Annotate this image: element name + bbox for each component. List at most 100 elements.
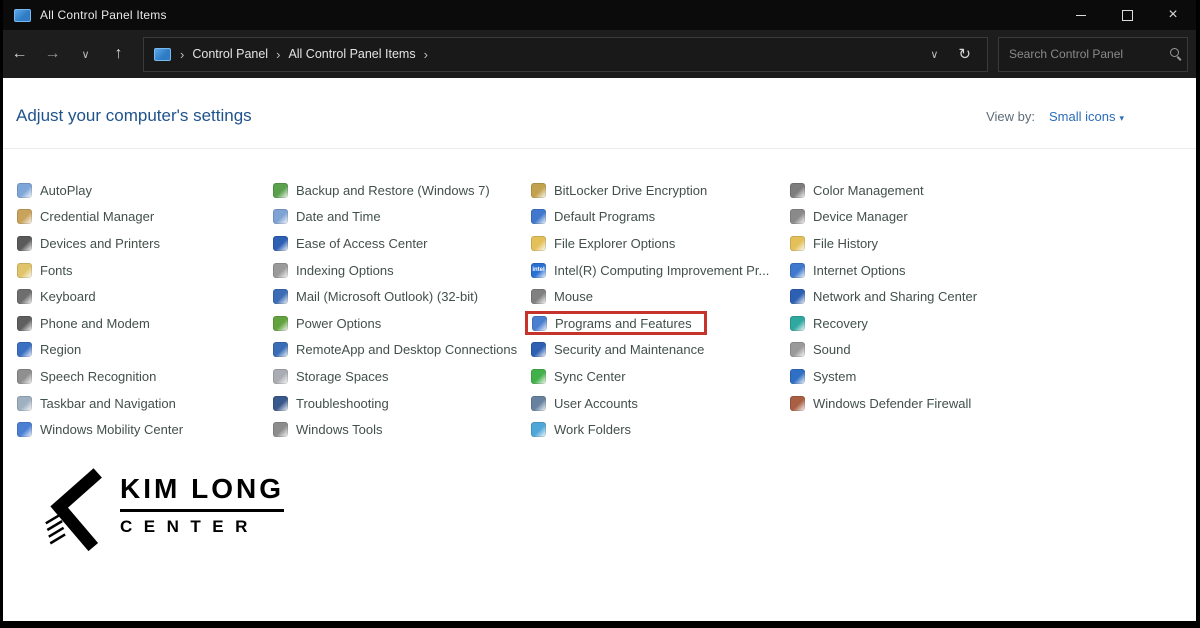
autoplay-icon [17,183,32,198]
control-panel-item-keyboard[interactable]: Keyboard [16,285,102,309]
control-panel-item-network-and-sharing-center[interactable]: Network and Sharing Center [789,285,983,309]
item-row: BitLocker Drive Encryption [530,177,775,204]
devices-and-printers-icon [17,236,32,251]
control-panel-item-taskbar-and-navigation[interactable]: Taskbar and Navigation [16,391,182,415]
address-dropdown-button[interactable]: ∨ [914,48,954,61]
speech-recognition-icon [17,369,32,384]
maximize-icon [1122,10,1133,21]
item-row: RemoteApp and Desktop Connections [272,337,523,364]
control-panel-item-intel-r-computing-improvement-pr[interactable]: intelIntel(R) Computing Improvement Pr..… [530,258,775,282]
refresh-button[interactable]: ↻ [954,45,987,63]
item-row: Indexing Options [272,257,523,284]
close-button[interactable]: × [1150,0,1196,30]
minimize-button[interactable] [1058,0,1104,30]
search-input[interactable] [999,47,1168,61]
control-panel-item-credential-manager[interactable]: Credential Manager [16,205,160,229]
item-label: Security and Maintenance [554,342,704,357]
breadcrumb-separator: › [178,47,186,62]
control-panel-item-windows-mobility-center[interactable]: Windows Mobility Center [16,418,189,442]
items-column-4: Color Management Device ManagerFile Histo… [789,177,983,416]
breadcrumb-control-panel[interactable]: Control Panel [186,47,274,61]
control-panel-icon [154,48,171,61]
item-label: Programs and Features [555,316,692,331]
breadcrumb-all-control-panel-items[interactable]: All Control Panel Items [282,47,421,61]
control-panel-item-remoteapp-and-desktop-connections[interactable]: RemoteApp and Desktop Connections [272,338,523,362]
screenshot-frame: All Control Panel Items × ← → ∨ ↑ › Cont… [0,0,1200,628]
view-by-dropdown[interactable]: Small icons▾ [1049,109,1124,124]
item-row: Troubleshooting [272,390,523,417]
control-panel-item-device-manager[interactable]: Device Manager [789,205,914,229]
view-by-label: View by: [986,109,1035,124]
system-icon [790,369,805,384]
up-icon: ↑ [115,45,123,62]
control-panel-item-work-folders[interactable]: Work Folders [530,418,637,442]
control-panel-item-troubleshooting[interactable]: Troubleshooting [272,391,395,415]
mail-icon [273,289,288,304]
control-panel-item-recovery[interactable]: Recovery [789,311,874,335]
control-panel-item-mail-microsoft-outlook-32-bit[interactable]: Mail (Microsoft Outlook) (32-bit) [272,285,484,309]
control-panel-item-power-options[interactable]: Power Options [272,311,387,335]
items-column-2: Backup and Restore (Windows 7) Date and T… [272,177,523,443]
refresh-icon: ↻ [958,46,971,63]
control-panel-item-storage-spaces[interactable]: Storage Spaces [272,364,395,388]
item-label: Windows Tools [296,422,382,437]
control-panel-item-fonts[interactable]: Fonts [16,258,79,282]
control-panel-item-autoplay[interactable]: AutoPlay [16,178,98,202]
item-row: Security and Maintenance [530,337,775,364]
control-panel-item-windows-defender-firewall[interactable]: Windows Defender Firewall [789,391,977,415]
breadcrumb-separator: › [274,47,282,62]
items-column-1: AutoPlay Credential ManagerDevices and Pr… [16,177,189,443]
item-row: Mouse [530,283,775,310]
control-panel-item-user-accounts[interactable]: User Accounts [530,391,644,415]
item-label: Taskbar and Navigation [40,396,176,411]
kim-long-chevron-logo-icon [38,467,110,553]
item-label: AutoPlay [40,183,92,198]
control-panel-item-default-programs[interactable]: Default Programs [530,205,661,229]
item-row: Power Options [272,310,523,337]
default-programs-icon [531,209,546,224]
control-panel-item-phone-and-modem[interactable]: Phone and Modem [16,311,156,335]
item-row: System [789,363,983,390]
control-panel-item-bitlocker-drive-encryption[interactable]: BitLocker Drive Encryption [530,178,713,202]
control-panel-item-sound[interactable]: Sound [789,338,857,362]
back-icon: ← [12,45,28,62]
up-button[interactable]: ↑ [102,45,135,63]
control-panel-item-internet-options[interactable]: Internet Options [789,258,912,282]
forward-button[interactable]: → [36,45,69,63]
item-row: Network and Sharing Center [789,283,983,310]
chevron-down-icon: ∨ [930,49,938,61]
control-panel-item-region[interactable]: Region [16,338,87,362]
search-icon[interactable] [1168,46,1184,62]
control-panel-item-system[interactable]: System [789,364,862,388]
control-panel-item-devices-and-printers[interactable]: Devices and Printers [16,231,166,255]
control-panel-item-color-management[interactable]: Color Management [789,178,930,202]
minimize-icon [1076,15,1086,16]
control-panel-item-ease-of-access-center[interactable]: Ease of Access Center [272,231,434,255]
item-label: Windows Defender Firewall [813,396,971,411]
control-panel-item-speech-recognition[interactable]: Speech Recognition [16,364,162,388]
address-bar[interactable]: › Control Panel › All Control Panel Item… [143,37,988,72]
intel-icon: intel [531,263,546,278]
item-row: Keyboard [16,283,189,310]
item-row: Region [16,337,189,364]
control-panel-item-date-and-time[interactable]: Date and Time [272,205,387,229]
control-panel-item-file-history[interactable]: File History [789,231,884,255]
item-label: Storage Spaces [296,369,389,384]
recent-locations-button[interactable]: ∨ [69,48,102,61]
control-panel-item-mouse[interactable]: Mouse [530,285,599,309]
item-label: Troubleshooting [296,396,389,411]
item-row: Ease of Access Center [272,230,523,257]
credential-manager-icon [17,209,32,224]
control-panel-item-file-explorer-options[interactable]: File Explorer Options [530,231,681,255]
control-panel-item-programs-and-features[interactable]: Programs and Features [525,311,707,335]
control-panel-item-backup-and-restore-windows-7[interactable]: Backup and Restore (Windows 7) [272,178,496,202]
control-panel-item-sync-center[interactable]: Sync Center [530,364,632,388]
control-panel-item-security-and-maintenance[interactable]: Security and Maintenance [530,338,710,362]
window-title: All Control Panel Items [40,8,167,22]
item-row: Credential Manager [16,204,189,231]
item-row: Fonts [16,257,189,284]
control-panel-item-indexing-options[interactable]: Indexing Options [272,258,400,282]
back-button[interactable]: ← [3,45,36,63]
maximize-button[interactable] [1104,0,1150,30]
control-panel-item-windows-tools[interactable]: Windows Tools [272,418,388,442]
